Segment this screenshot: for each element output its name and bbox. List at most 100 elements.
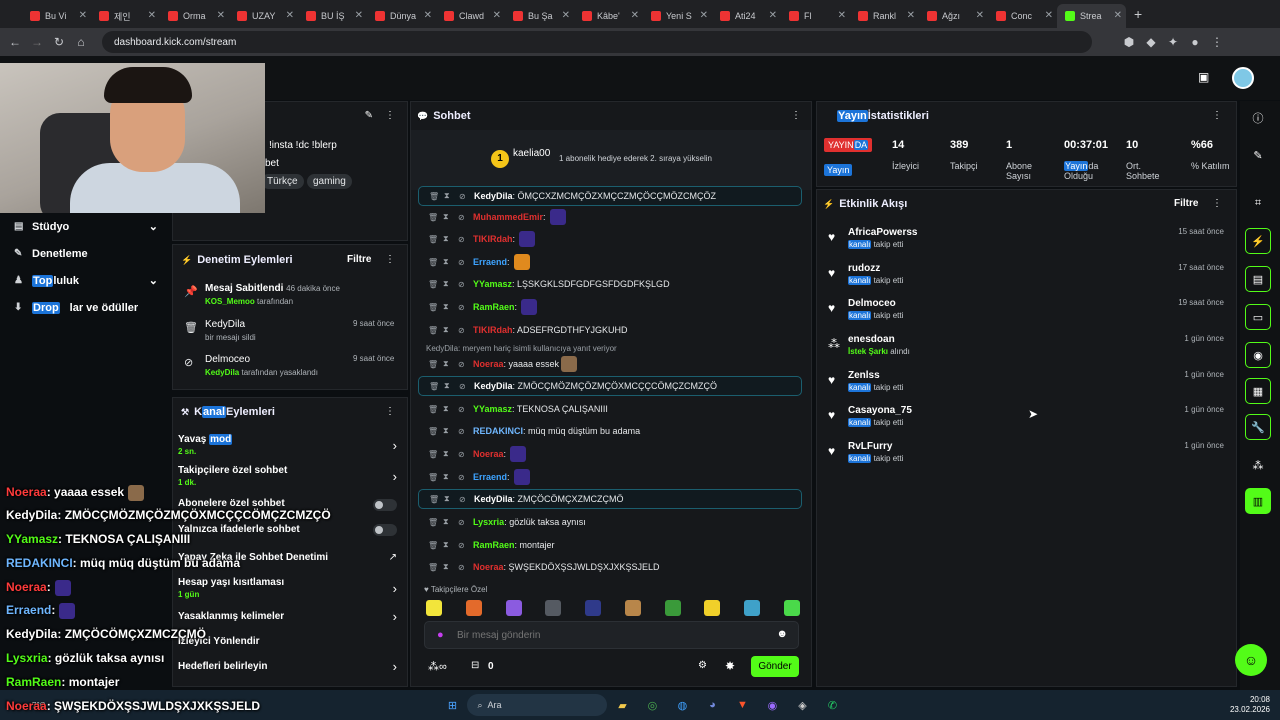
- reload-icon[interactable]: ↻: [48, 35, 70, 49]
- wrench-icon[interactable]: 🔧: [1245, 414, 1271, 440]
- close-icon[interactable]: ✕: [355, 10, 363, 21]
- delete-icon[interactable]: 🗑: [428, 303, 443, 312]
- user-avatar[interactable]: [1232, 67, 1254, 89]
- browser-tab[interactable]: Orma ✕: [160, 4, 229, 28]
- delete-icon[interactable]: 🗑: [428, 518, 443, 527]
- extension-icon[interactable]: ⬢: [1118, 35, 1140, 49]
- chat-message[interactable]: 🗑 ⧗ ⊘ KedyDila: ZMÇÖCÖMÇXZMCZÇMÖ: [418, 489, 802, 509]
- more-icon[interactable]: ⋮: [1212, 198, 1222, 209]
- ban-icon[interactable]: ⊘: [459, 192, 474, 201]
- info-icon[interactable]: ⓘ: [1245, 105, 1271, 131]
- browser-tab[interactable]: Clawd ✕: [436, 4, 505, 28]
- close-icon[interactable]: ✕: [769, 10, 777, 21]
- url-field[interactable]: dashboard.kick.com/stream: [102, 31, 1092, 53]
- close-icon[interactable]: ✕: [286, 10, 294, 21]
- filter-button[interactable]: Filtre: [1174, 198, 1198, 209]
- home-icon[interactable]: ⌂: [70, 35, 92, 49]
- delete-icon[interactable]: 🗑: [428, 360, 443, 369]
- chat-message[interactable]: 🗑 ⧗ ⊘ KedyDila: ZMÖCÇMÖZMÇÖZMÇÖXMCÇÇCÖMÇZCM…: [418, 376, 802, 396]
- chat-message[interactable]: 🗑 ⧗ ⊘ Lysxria: gözlük taksa aynısı: [418, 512, 802, 532]
- close-icon[interactable]: ✕: [148, 10, 156, 21]
- chat-input-box[interactable]: ● ☻: [424, 621, 799, 649]
- close-icon[interactable]: ✕: [631, 10, 639, 21]
- theater-mode-icon[interactable]: ▣: [1198, 70, 1209, 84]
- browser-tab[interactable]: Kâbe' ✕: [574, 4, 643, 28]
- followers-only-setting[interactable]: Takipçilere özel sohbet 1 dk. ›: [178, 465, 403, 491]
- delete-icon[interactable]: 🗑: [428, 427, 443, 436]
- chat-icon[interactable]: ▭: [1245, 304, 1271, 330]
- timeout-icon[interactable]: ⧗: [443, 359, 458, 369]
- delete-icon[interactable]: 🗑: [428, 280, 443, 289]
- help-chat-icon[interactable]: ☺: [1235, 644, 1267, 676]
- delete-icon[interactable]: 🗑: [429, 192, 444, 201]
- discord-icon[interactable]: ◕: [701, 694, 723, 716]
- delete-icon[interactable]: 🗑: [428, 563, 443, 572]
- edge-icon[interactable]: ◍: [671, 694, 693, 716]
- browser-tab[interactable]: Dünya ✕: [367, 4, 436, 28]
- delete-icon[interactable]: 🗑: [428, 213, 443, 222]
- delete-icon[interactable]: 🗑: [428, 326, 443, 335]
- points-icon[interactable]: ⁂: [1245, 452, 1271, 478]
- profile-avatar[interactable]: ●: [1184, 35, 1206, 49]
- chat-message[interactable]: 🗑 ⧗ ⊘ YYamasz: LŞSKGKLSDFGDFGSFDGDFKŞLGD: [418, 274, 802, 294]
- close-icon[interactable]: ✕: [562, 10, 570, 21]
- layout-icon[interactable]: ▦: [1245, 378, 1271, 404]
- browser-tab[interactable]: Conc ✕: [988, 4, 1057, 28]
- chat-message[interactable]: 🗑 ⧗ ⊘ Noeraa: ŞWŞEKDÖXŞSJWLDŞXJXKŞSJELD: [418, 557, 802, 577]
- browser-tab[interactable]: Ağzı ✕: [919, 4, 988, 28]
- slow-mode-setting[interactable]: Yavaş mod 2 sn. ›: [178, 434, 403, 460]
- file-explorer-icon[interactable]: ▰: [611, 694, 633, 716]
- chat-message[interactable]: 🗑 ⧗ ⊘ Noeraa:: [418, 444, 802, 464]
- delete-icon[interactable]: 🗑: [428, 235, 443, 244]
- chat-message[interactable]: 🗑 ⧗ ⊘ YYamasz: TEKNOSA ÇALIŞANIII: [418, 399, 802, 419]
- windows-start-icon[interactable]: ⊞: [441, 694, 463, 716]
- tag-chip[interactable]: gaming: [307, 174, 352, 189]
- kick-app-icon[interactable]: ▥: [1245, 488, 1271, 514]
- back-icon[interactable]: ←: [4, 35, 26, 49]
- close-icon[interactable]: ✕: [700, 10, 708, 21]
- timeout-icon[interactable]: ⧗: [443, 234, 458, 244]
- browser-tab[interactable]: Ati24 ✕: [712, 4, 781, 28]
- app-icon[interactable]: ◈: [791, 694, 813, 716]
- emote-only-toggle[interactable]: [373, 524, 397, 536]
- browser-tab[interactable]: Bu Şa ✕: [505, 4, 574, 28]
- ban-icon[interactable]: ⊘: [458, 280, 473, 289]
- ban-icon[interactable]: ⊘: [458, 360, 473, 369]
- emote-button[interactable]: [545, 600, 562, 616]
- timeout-icon[interactable]: ⧗: [443, 426, 458, 436]
- ban-icon[interactable]: ⊘: [458, 326, 473, 335]
- chrome-icon[interactable]: ◎: [641, 694, 663, 716]
- sidebar-item-moderation[interactable]: ✎ Denetleme: [0, 240, 172, 267]
- browser-tab[interactable]: Rankl ✕: [850, 4, 919, 28]
- ban-icon[interactable]: ⊘: [458, 405, 473, 414]
- timeout-icon[interactable]: ⧗: [443, 472, 458, 482]
- delete-icon[interactable]: 🗑: [428, 473, 443, 482]
- ban-icon[interactable]: ⊘: [458, 213, 473, 222]
- forward-icon[interactable]: →: [26, 35, 48, 49]
- timeout-icon[interactable]: ⧗: [443, 325, 458, 335]
- delete-icon[interactable]: 🗑: [429, 495, 444, 504]
- close-icon[interactable]: ✕: [79, 10, 87, 21]
- ban-icon[interactable]: ⊘: [458, 427, 473, 436]
- timeout-icon[interactable]: ⧗: [444, 381, 459, 391]
- filter-button[interactable]: Filtre: [347, 254, 371, 265]
- emote-button[interactable]: [465, 600, 482, 616]
- goals-setting[interactable]: Hedefleri belirleyin ›: [178, 659, 403, 675]
- more-icon[interactable]: ⋮: [385, 406, 395, 417]
- chat-message[interactable]: 🗑 ⧗ ⊘ TIKIRdah:: [418, 229, 802, 249]
- close-icon[interactable]: ✕: [217, 10, 225, 21]
- more-icon[interactable]: ⋮: [385, 254, 395, 265]
- microphone-icon[interactable]: ●: [437, 629, 444, 641]
- browser-tab[interactable]: Bu Vi ✕: [22, 4, 91, 28]
- ban-icon[interactable]: ⊘: [458, 450, 473, 459]
- more-icon[interactable]: ⋮: [791, 110, 801, 121]
- bolt-icon[interactable]: ⚡: [1245, 228, 1271, 254]
- ban-icon[interactable]: ⊘: [458, 541, 473, 550]
- delete-icon[interactable]: 🗑: [428, 541, 443, 550]
- more-icon[interactable]: ⋮: [1212, 110, 1222, 121]
- chat-message[interactable]: 🗑 ⧗ ⊘ RamRaen: montajer: [418, 535, 802, 555]
- close-icon[interactable]: ✕: [976, 10, 984, 21]
- timeout-icon[interactable]: ⧗: [444, 191, 459, 201]
- sidebar-item-community[interactable]: ♟ Top luluk ⌄: [0, 267, 172, 294]
- emote-button[interactable]: [664, 600, 681, 616]
